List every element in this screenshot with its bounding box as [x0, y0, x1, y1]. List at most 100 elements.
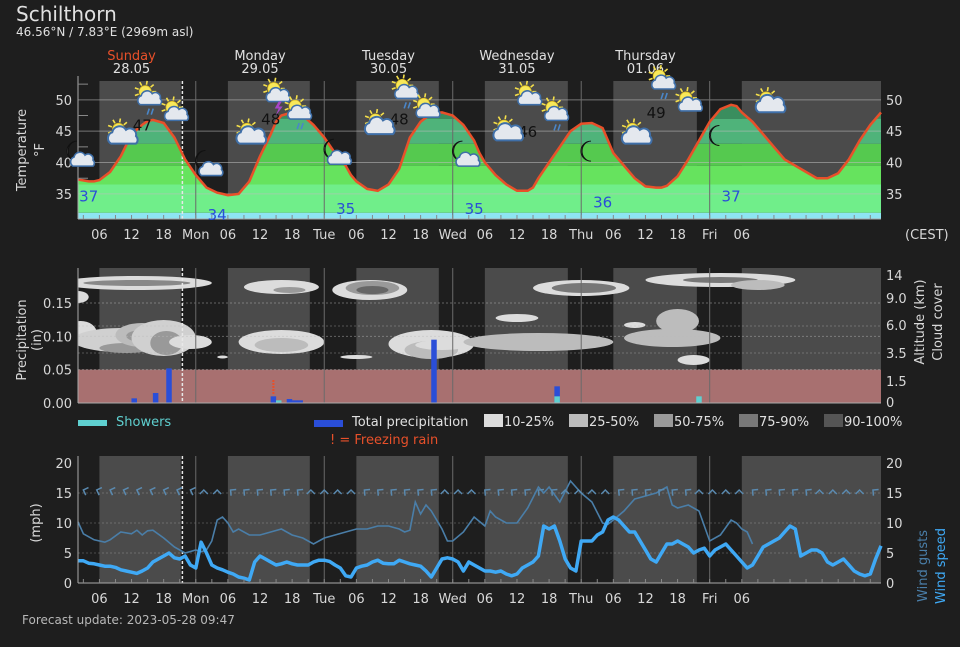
wind-panel: 0 0 5 5 10 10 15 15 20 20 (mph) Wind gusts Wind spee… — [29, 456, 949, 607]
x-tick-label: 12 — [380, 228, 397, 243]
x-tick-label: 06 — [477, 228, 494, 243]
precipitation-panel: 0.00 0.05 0.10 0.15 0 1.5 3.5 6.0 9.0 14 Precipita… — [15, 268, 946, 448]
cloud-legend-label: 25-50% — [589, 415, 639, 430]
cloud-legend-swatch — [824, 414, 843, 427]
wind-y-tick-left: 0 — [64, 577, 72, 592]
temp-y-tick-left: 45 — [55, 125, 72, 140]
wind-y-tick-right: 10 — [886, 517, 903, 532]
x-tick-label: 12 — [123, 228, 140, 243]
min-temp-label: 37 — [722, 187, 741, 205]
wind-gusts-axis-label: Wind gusts — [916, 530, 931, 602]
x-tick-label: Mon — [182, 228, 209, 243]
x-tick-label: Wed — [439, 228, 467, 243]
x-tick-label: 12 — [252, 228, 269, 243]
sun-ray — [686, 86, 689, 92]
cloud-icon — [69, 151, 96, 167]
cloud-cover-blob — [624, 322, 646, 328]
x-tick-label: 18 — [541, 228, 558, 243]
wind-y-tick-right: 0 — [886, 577, 894, 592]
x-tick-label: 06 — [734, 592, 751, 607]
cloud-cover-blob — [551, 283, 617, 293]
x-tick-label: 06 — [605, 592, 622, 607]
precip-axis-label: Precipitation — [15, 299, 30, 380]
day-header-date: 31.05 — [498, 62, 535, 77]
x-tick-label: 12 — [380, 592, 397, 607]
x-tick-label: 06 — [477, 592, 494, 607]
x-tick-label: 06 — [220, 592, 237, 607]
sun-ray — [632, 118, 636, 123]
total-precipitation-legend-swatch — [314, 420, 343, 427]
panel-background — [78, 456, 881, 583]
temp-y-tick-left: 50 — [55, 94, 72, 109]
cloud-legend-label: 10-25% — [504, 415, 554, 430]
x-tick-label: Thu — [568, 228, 593, 243]
cloud-cover-blob — [463, 333, 614, 351]
x-tick-label: 06 — [605, 228, 622, 243]
x-tick-label: Mon — [182, 592, 209, 607]
sun-ray — [295, 95, 298, 100]
x-tick-label: Fri — [702, 228, 718, 243]
min-temp-label: 36 — [593, 194, 612, 212]
altitude-axis-label: Altitude (km) — [913, 279, 928, 364]
x-tick-label: 18 — [284, 228, 301, 243]
sun-ray — [407, 77, 412, 82]
cloud-legend-swatch — [484, 414, 503, 427]
sun-ray — [172, 96, 175, 101]
total-precipitation-bar — [166, 368, 172, 403]
sun-ray — [145, 80, 148, 85]
sun-ray — [664, 68, 669, 73]
sun-ray — [402, 74, 405, 79]
x-tick-label: Wed — [439, 592, 467, 607]
x-tick-label: 06 — [220, 228, 237, 243]
temp-axis-unit: °F — [33, 143, 48, 157]
cloud-legend-swatch — [569, 414, 588, 427]
temp-y-tick-right: 45 — [886, 125, 903, 140]
below-freezing-zone — [78, 369, 881, 403]
temp-y-tick-right: 50 — [886, 94, 903, 109]
altitude-tick: 0 — [886, 396, 894, 411]
cloud-cover-blob — [169, 335, 212, 349]
wind-y-tick-right: 20 — [886, 457, 903, 472]
cloud-cover-blob — [217, 355, 228, 359]
temperature-panel: 35 35 40 40 45 45 50 50 Temperature °F 06 12 18 Mon 06… — [15, 49, 949, 243]
min-temp-label: 35 — [336, 200, 355, 218]
sun-ray — [424, 93, 427, 98]
precip-axis-unit: (in) — [30, 329, 45, 351]
cloud-shape — [69, 151, 96, 167]
x-tick-label: 18 — [155, 228, 172, 243]
freezing-rain-legend-label: ! = Freezing rain — [330, 433, 438, 448]
sun-ray — [118, 118, 122, 123]
x-tick-label: Fri — [702, 592, 718, 607]
x-tick-label: 06 — [91, 228, 108, 243]
sun-ray — [766, 86, 769, 92]
total-precipitation-bar — [131, 398, 137, 403]
x-tick-label: 12 — [637, 592, 654, 607]
sun-ray — [552, 96, 555, 101]
day-header-date: 30.05 — [370, 62, 407, 77]
cloud-cover-blob — [356, 286, 389, 294]
wind-axis-label: (mph) — [29, 503, 44, 542]
total-precipitation-bar — [270, 396, 277, 403]
cloud-cover-blob — [273, 287, 306, 293]
x-tick-label: 18 — [155, 592, 172, 607]
x-tick-label: Tue — [312, 228, 335, 243]
max-temp-label: 49 — [647, 104, 666, 122]
temp-y-tick-left: 40 — [55, 157, 72, 172]
temp-y-tick-right: 35 — [886, 188, 903, 203]
cloud-legend-label: 50-75% — [674, 415, 724, 430]
cloud-legend-label: 90-100% — [844, 415, 902, 430]
sun-ray — [525, 80, 529, 85]
daylight-band — [99, 456, 181, 583]
sun-ray — [274, 77, 277, 82]
altitude-tick: 9.0 — [886, 292, 907, 307]
sun-ray — [247, 118, 250, 123]
temp-y-tick-left: 35 — [55, 188, 72, 203]
total-precipitation-bar — [152, 393, 159, 403]
sun-ray — [648, 77, 653, 81]
altitude-tick: 3.5 — [886, 347, 907, 362]
showers-legend-label: Showers — [116, 415, 171, 430]
x-tick-label: 18 — [541, 592, 558, 607]
x-tick-label: 18 — [669, 228, 686, 243]
meteogram: 35 3540 4045 4550 50Temperature °F06 12 18 Mon 06… — [15, 49, 949, 607]
wind-speed-axis-label: Wind speed — [934, 528, 949, 604]
